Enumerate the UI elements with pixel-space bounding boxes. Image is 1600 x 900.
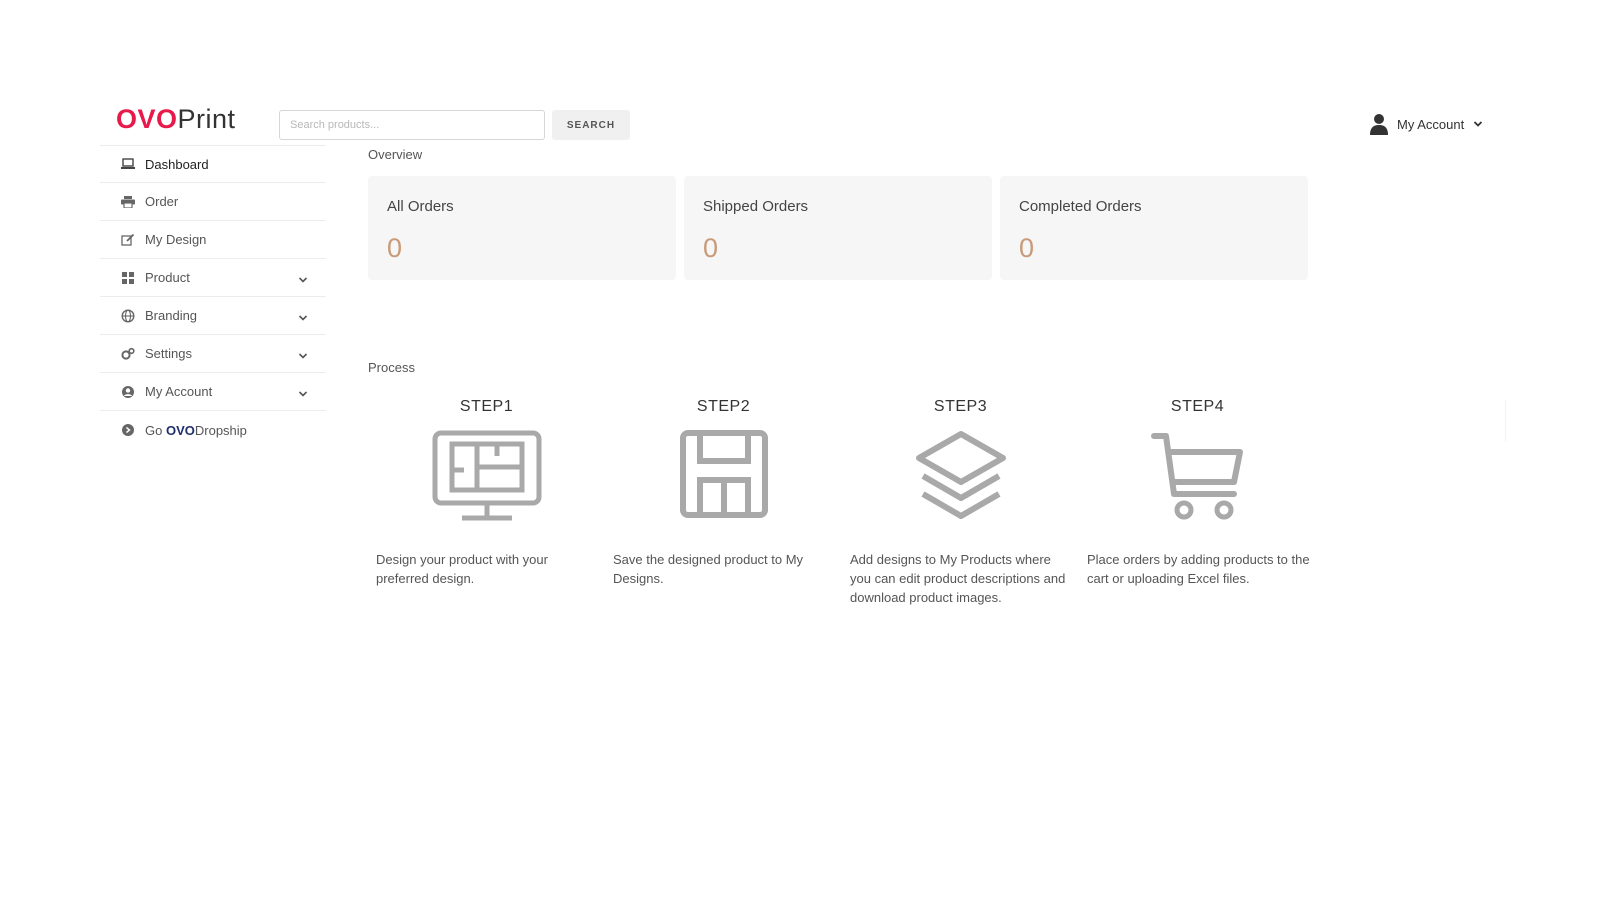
sidebar-item-product[interactable]: Product xyxy=(100,259,326,297)
sidebar-item-label: Settings xyxy=(145,346,192,361)
sidebar-item-label: Dashboard xyxy=(145,156,209,172)
gears-icon xyxy=(121,347,135,361)
card-title: Shipped Orders xyxy=(703,198,809,215)
laptop-icon xyxy=(121,157,135,171)
chevron-down-icon xyxy=(1473,119,1483,129)
sidebar-item-go-ovodropship[interactable]: Go OVODropship xyxy=(100,411,326,449)
divider xyxy=(1505,400,1506,442)
step-title: STEP2 xyxy=(696,398,751,415)
chevron-down-icon xyxy=(298,273,308,283)
step-description: Add designs to My Products where you can… xyxy=(850,552,1066,605)
globe-icon xyxy=(121,308,135,323)
sidebar-item-dashboard[interactable]: Dashboard xyxy=(100,145,326,183)
sidebar-item-label: Product xyxy=(145,270,190,285)
logo-ovo-text: OVO xyxy=(116,104,178,134)
sidebar-item-label: Order xyxy=(145,194,179,209)
card-title: All Orders xyxy=(387,198,454,215)
step-3: STEP3 Add designs to My Products where y… xyxy=(842,398,1079,607)
chevron-down-icon xyxy=(298,387,308,397)
card-title: Completed Orders xyxy=(1019,198,1142,215)
shopping-cart-icon xyxy=(1079,422,1316,530)
step-description: Save the designed product to My Designs. xyxy=(613,552,804,586)
ovoprint-logo[interactable]: OVOPrint xyxy=(116,104,236,134)
sidebar-item-label: My Account xyxy=(145,384,213,399)
layers-icon xyxy=(842,422,1079,530)
go-prefix: Go xyxy=(145,422,166,438)
card-value: 0 xyxy=(1019,233,1035,263)
user-icon xyxy=(1370,113,1388,135)
user-circle-icon xyxy=(121,385,135,399)
sidebar-item-settings[interactable]: Settings xyxy=(100,335,326,373)
step-title: STEP3 xyxy=(933,398,988,415)
overview-title: Overview xyxy=(368,147,423,162)
grid-icon xyxy=(121,271,135,285)
chevron-down-icon xyxy=(298,311,308,321)
step-4: STEP4 Place orders by adding products to… xyxy=(1079,398,1316,607)
process-title: Process xyxy=(368,360,415,375)
process-steps: STEP1 Design your product with your pref… xyxy=(368,398,1316,607)
sidebar-item-my-account[interactable]: My Account xyxy=(100,373,326,411)
card-value: 0 xyxy=(387,233,403,263)
search-input[interactable] xyxy=(279,110,545,140)
step-description: Design your product with your preferred … xyxy=(376,552,548,586)
dropship-suffix: Dropship xyxy=(194,422,247,438)
sidebar-item-label: Branding xyxy=(145,308,198,323)
overview-cards: All Orders 0 Shipped Orders 0 Completed … xyxy=(368,176,1308,280)
card-value: 0 xyxy=(703,233,719,263)
floppy-save-icon xyxy=(605,422,842,530)
sidebar-item-my-design[interactable]: My Design xyxy=(100,221,326,259)
edit-icon xyxy=(121,233,135,247)
shipped-orders-card[interactable]: Shipped Orders 0 xyxy=(684,176,992,280)
logo-print-text: Print xyxy=(177,104,236,134)
step-title: STEP4 xyxy=(1170,398,1225,415)
arrow-circle-icon xyxy=(121,423,135,437)
completed-orders-card[interactable]: Completed Orders 0 xyxy=(1000,176,1308,280)
printer-icon xyxy=(121,195,135,209)
step-title: STEP1 xyxy=(459,398,514,415)
sidebar-item-label: My Design xyxy=(145,232,207,247)
sidebar-item-branding[interactable]: Branding xyxy=(100,297,326,335)
search-button[interactable]: SEARCH xyxy=(552,110,630,140)
step-1: STEP1 Design your product with your pref… xyxy=(368,398,605,607)
sidebar: Dashboard Order My Design Product Brandi… xyxy=(100,145,326,449)
account-menu[interactable]: My Account xyxy=(1370,113,1483,135)
dashboard-page: OVOPrint SEARCH My Account Dashboard xyxy=(0,0,1600,900)
monitor-design-icon xyxy=(368,422,605,530)
step-description: Place orders by adding products to the c… xyxy=(1087,552,1310,586)
sidebar-item-order[interactable]: Order xyxy=(100,183,326,221)
chevron-down-icon xyxy=(298,349,308,359)
step-2: STEP2 Save the designed product to My De… xyxy=(605,398,842,607)
account-label: My Account xyxy=(1397,116,1465,132)
all-orders-card[interactable]: All Orders 0 xyxy=(368,176,676,280)
sidebar-item-label: Go OVODropship xyxy=(145,423,308,438)
ovo-bold-text: OVO xyxy=(165,422,195,438)
